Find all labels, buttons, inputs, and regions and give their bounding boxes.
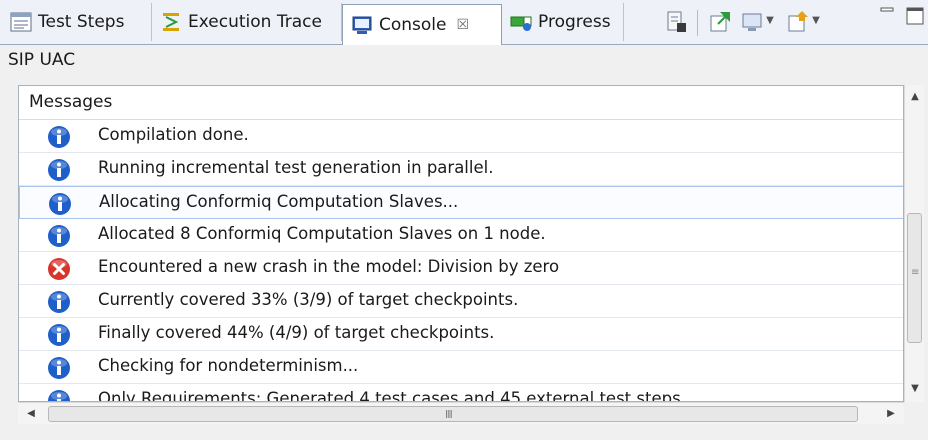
view-tab-bar: Test Steps Execution Trace Console ☒ Pro… [0,0,928,45]
scroll-left-icon[interactable]: ◀ [20,403,42,425]
info-icon [48,159,70,181]
list-item[interactable]: Allocated 8 Conformiq Computation Slaves… [19,219,903,252]
message-text: Currently covered 33% (3/9) of target ch… [98,290,519,309]
message-text: Allocated 8 Conformiq Computation Slaves… [98,224,546,243]
info-icon [48,291,70,313]
message-text: Checking for nondeterminism... [98,356,359,375]
message-text: Running incremental test generation in p… [98,158,494,177]
open-console-dropdown[interactable]: ▼ [810,14,822,28]
tab-progress[interactable]: Progress [502,3,624,41]
messages-column-header[interactable]: Messages [19,86,903,120]
list-item[interactable]: Running incremental test generation in p… [19,153,903,186]
message-text: Compilation done. [98,125,249,144]
display-console-icon[interactable] [740,10,764,34]
info-icon [48,225,70,247]
list-item[interactable]: Encountered a new crash in the model: Di… [19,252,903,285]
pin-console-icon[interactable] [708,10,732,34]
message-text: Encountered a new crash in the model: Di… [98,257,560,276]
scroll-right-icon[interactable]: ▶ [880,403,902,425]
close-icon[interactable]: ☒ [457,17,470,33]
info-icon [48,324,70,346]
list-item[interactable]: Allocating Conformiq Computation Slaves.… [19,186,903,219]
scroll-up-icon[interactable]: ▲ [905,87,925,107]
open-console-icon[interactable] [786,10,810,34]
maximize-icon[interactable] [904,6,926,28]
vertical-scrollbar[interactable]: ▲ ≡ ▼ [904,85,924,402]
tab-label: Console [379,15,447,35]
progress-icon [510,16,532,31]
list-item[interactable]: Only Requirements: Generated 4 test case… [19,384,903,402]
info-icon [49,193,71,215]
grip-icon: ≡ [911,267,920,278]
execution-trace-icon [163,13,179,31]
info-icon [48,357,70,379]
scroll-down-icon[interactable]: ▼ [905,379,925,399]
tab-console[interactable]: Console ☒ [342,4,502,45]
info-icon [48,126,70,148]
messages-list[interactable]: Messages Compilation done. Running increm… [18,85,904,402]
console-view: Test Steps Execution Trace Console ☒ Pro… [0,0,928,440]
tab-label: Execution Trace [188,12,322,32]
toolbar-separator [697,10,698,36]
list-item[interactable]: Compilation done. [19,120,903,153]
column-header-label: Messages [29,92,113,112]
message-text: Finally covered 44% (4/9) of target chec… [98,323,495,342]
tab-label: Progress [538,12,611,32]
tab-test-steps[interactable]: Test Steps [2,3,152,41]
message-text: Only Requirements: Generated 4 test case… [98,389,686,402]
display-console-dropdown[interactable]: ▼ [764,14,776,28]
test-steps-icon [10,12,32,32]
list-item[interactable]: Checking for nondeterminism... [19,351,903,384]
info-icon [48,390,70,401]
panel-title: SIP UAC [8,50,76,70]
message-text: Allocating Conformiq Computation Slaves.… [99,192,459,211]
clear-console-icon[interactable] [664,10,688,34]
list-item[interactable]: Currently covered 33% (3/9) of target ch… [19,285,903,318]
console-icon [352,16,372,34]
horizontal-scrollbar[interactable]: ◀ III ▶ [18,402,904,424]
list-item[interactable]: Finally covered 44% (4/9) of target chec… [19,318,903,351]
vertical-scroll-thumb[interactable]: ≡ [907,213,922,343]
error-icon [48,258,70,280]
horizontal-scroll-thumb[interactable]: III [48,406,858,422]
tab-execution-trace[interactable]: Execution Trace [152,3,342,41]
tab-label: Test Steps [38,12,125,32]
minimize-icon[interactable] [878,4,898,24]
grip-icon: III [445,408,453,421]
